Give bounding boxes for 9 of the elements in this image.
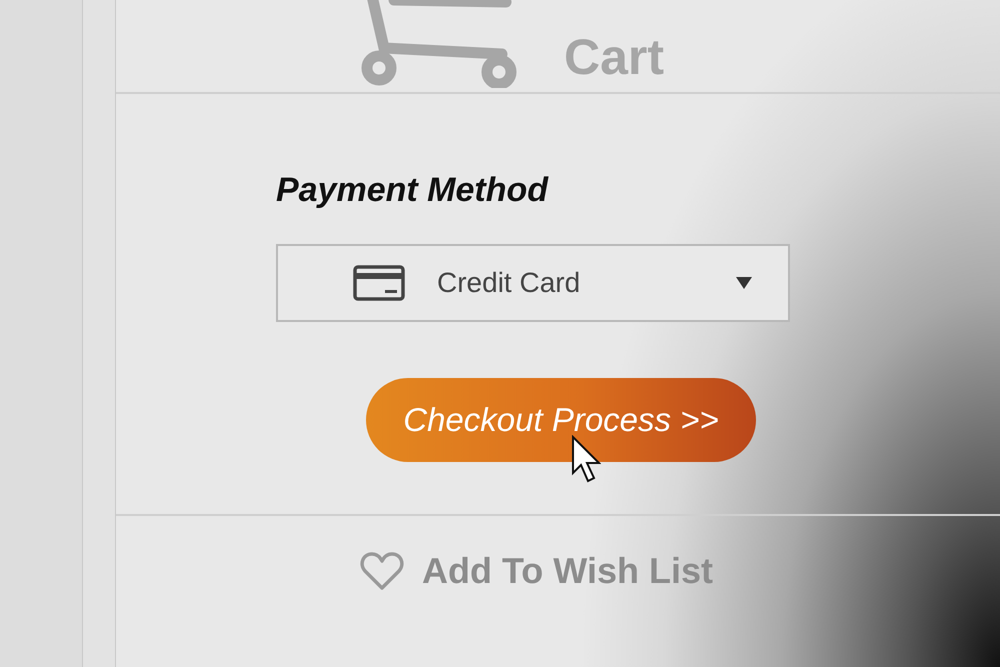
heart-icon bbox=[360, 551, 404, 591]
payment-method-heading: Payment Method bbox=[276, 170, 548, 211]
mouse-pointer-icon bbox=[571, 435, 601, 483]
add-to-wish-list-link[interactable]: Add To Wish List bbox=[422, 544, 713, 598]
payment-method-dropdown[interactable]: Credit Card bbox=[276, 244, 790, 322]
checkout-process-button[interactable]: Checkout Process >> bbox=[366, 378, 756, 462]
caret-down-icon bbox=[736, 277, 752, 289]
credit-card-icon bbox=[353, 265, 405, 301]
cart-label: Cart bbox=[564, 32, 664, 82]
